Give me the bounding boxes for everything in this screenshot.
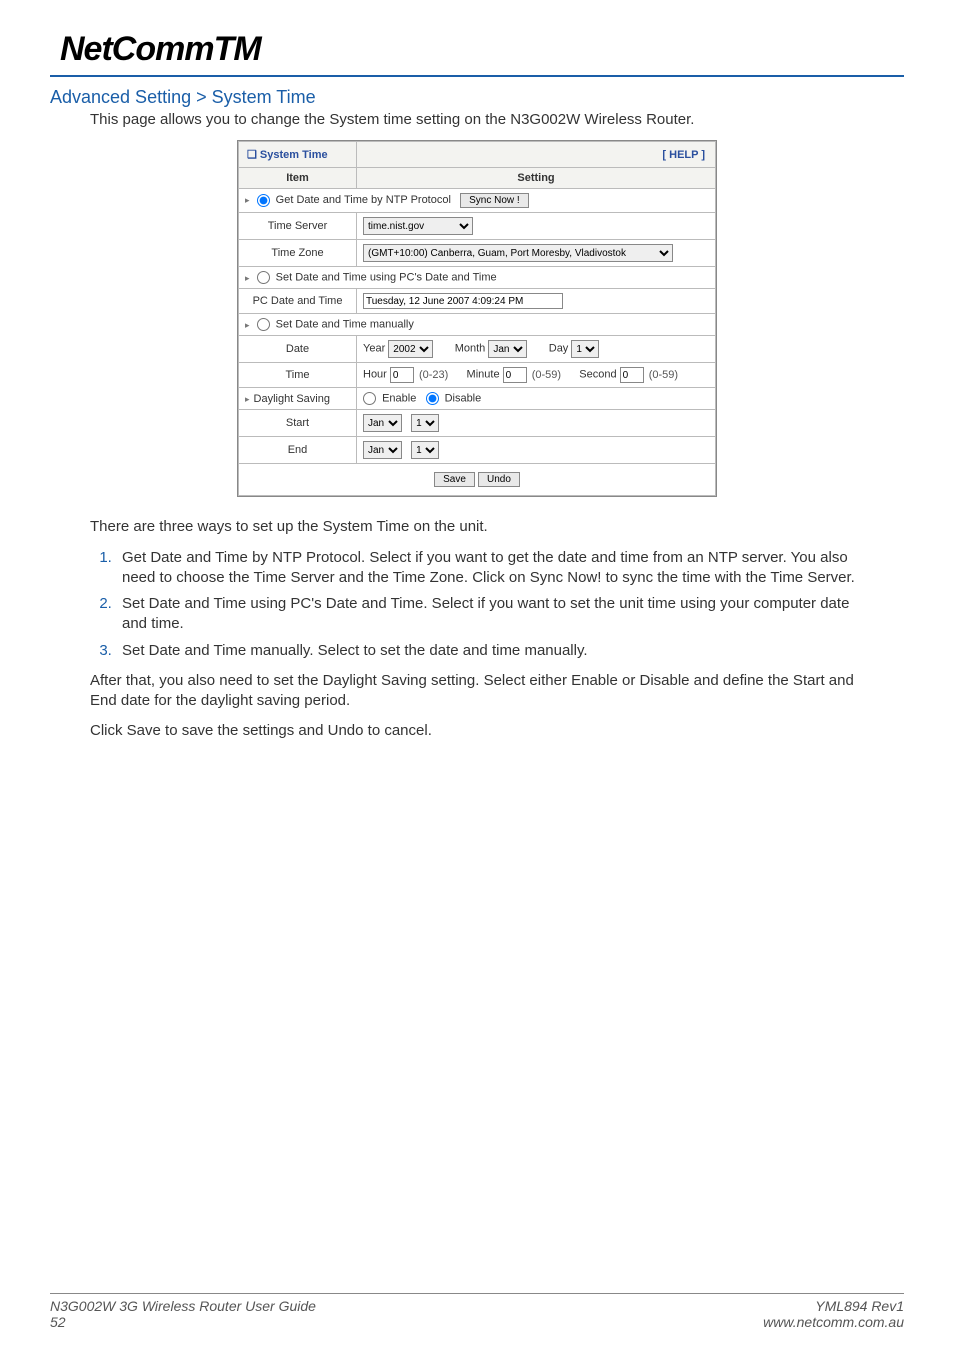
minute-label: Minute	[467, 369, 500, 381]
undo-button[interactable]: Undo	[478, 472, 520, 487]
intro-text: This page allows you to change the Syste…	[90, 110, 904, 130]
list-item: Set Date and Time using PC's Date and Ti…	[116, 594, 864, 635]
page-title: Advanced Setting > System Time	[50, 87, 904, 108]
disable-radio[interactable]	[426, 392, 439, 405]
second-label: Second	[579, 369, 616, 381]
ntp-label: Get Date and Time by NTP Protocol	[276, 194, 451, 206]
second-input[interactable]	[620, 367, 644, 383]
day-select[interactable]: 1	[571, 340, 599, 358]
list-item: Get Date and Time by NTP Protocol. Selec…	[116, 548, 864, 589]
start-month-select[interactable]: Jan	[363, 414, 402, 432]
month-select[interactable]: Jan	[488, 340, 527, 358]
end-label: End	[239, 437, 357, 464]
ntp-row: Get Date and Time by NTP Protocol Sync N…	[239, 189, 716, 213]
ntp-radio[interactable]	[257, 194, 270, 207]
time-zone-label: Time Zone	[239, 240, 357, 267]
panel-title: ❏ System Time	[239, 142, 357, 168]
second-hint: (0-59)	[649, 369, 678, 381]
brand-logo: NetCommTM	[60, 30, 904, 69]
pc-date-field	[363, 293, 563, 309]
page-footer: N3G002W 3G Wireless Router User Guide 52…	[50, 1293, 904, 1330]
footer-right-url: www.netcomm.com.au	[763, 1314, 904, 1330]
footer-left-title: N3G002W 3G Wireless Router User Guide	[50, 1298, 316, 1314]
time-server-select[interactable]: time.nist.gov	[363, 217, 473, 235]
day-label: Day	[549, 343, 569, 355]
manual-radio[interactable]	[257, 318, 270, 331]
pc-row: Set Date and Time using PC's Date and Ti…	[239, 267, 716, 289]
col-setting: Setting	[357, 168, 716, 189]
end-month-select[interactable]: Jan	[363, 441, 402, 459]
end-day-select[interactable]: 1	[411, 441, 439, 459]
brand-name: NetComm	[60, 30, 214, 68]
manual-label: Set Date and Time manually	[276, 319, 414, 331]
month-label: Month	[455, 343, 486, 355]
system-time-panel: ❏ System Time [ HELP ] Item Setting Get …	[237, 140, 717, 497]
list-item: Set Date and Time manually. Select to se…	[116, 641, 864, 661]
pc-radio[interactable]	[257, 271, 270, 284]
body-after-1: After that, you also need to set the Day…	[90, 671, 864, 712]
manual-row: Set Date and Time manually	[239, 314, 716, 336]
year-label: Year	[363, 343, 385, 355]
footer-right-rev: YML894 Rev1	[763, 1298, 904, 1314]
body-after-2: Click Save to save the settings and Undo…	[90, 721, 864, 741]
minute-input[interactable]	[503, 367, 527, 383]
footer-page-number: 52	[50, 1314, 316, 1330]
col-item: Item	[239, 168, 357, 189]
hour-input[interactable]	[390, 367, 414, 383]
time-label: Time	[239, 363, 357, 388]
enable-label: Enable	[382, 393, 416, 405]
footer-rule	[50, 1293, 904, 1294]
date-label: Date	[239, 336, 357, 363]
pc-label: Set Date and Time using PC's Date and Ti…	[276, 272, 497, 284]
time-server-label: Time Server	[239, 213, 357, 240]
enable-radio[interactable]	[363, 392, 376, 405]
pc-date-label: PC Date and Time	[239, 289, 357, 314]
daylight-label: Daylight Saving	[239, 388, 357, 410]
hour-label: Hour	[363, 369, 387, 381]
minute-hint: (0-59)	[532, 369, 561, 381]
header-rule	[50, 75, 904, 77]
year-select[interactable]: 2002	[388, 340, 433, 358]
save-button[interactable]: Save	[434, 472, 475, 487]
time-zone-select[interactable]: (GMT+10:00) Canberra, Guam, Port Moresby…	[363, 244, 673, 262]
start-day-select[interactable]: 1	[411, 414, 439, 432]
hour-hint: (0-23)	[419, 369, 448, 381]
help-link[interactable]: [ HELP ]	[357, 142, 716, 168]
sync-now-button[interactable]: Sync Now !	[460, 193, 529, 208]
body-lead: There are three ways to set up the Syste…	[90, 517, 864, 537]
start-label: Start	[239, 410, 357, 437]
disable-label: Disable	[445, 393, 482, 405]
brand-tm: TM	[214, 30, 261, 68]
